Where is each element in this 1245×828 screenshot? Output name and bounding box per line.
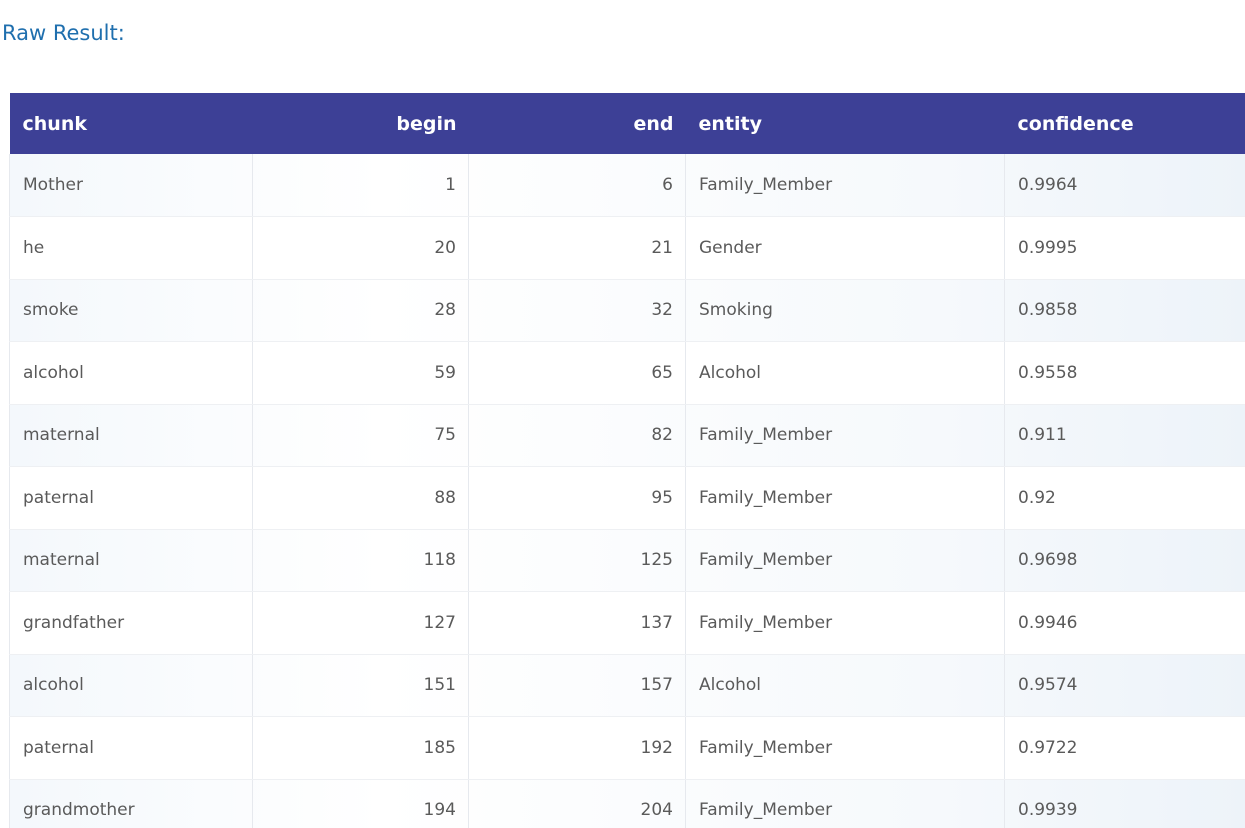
- cell-end: 82: [468, 404, 686, 467]
- cell-confidence: 0.9558: [1004, 341, 1245, 405]
- cell-end: 125: [468, 529, 686, 592]
- cell-entity: Family_Member: [685, 404, 1005, 467]
- cell-entity: Family_Member: [685, 529, 1005, 592]
- cell-begin: 185: [252, 716, 469, 780]
- table-body: Mother 1 6 Family_Member 0.9964 he 20 21 Gender 0…: [9, 154, 1245, 828]
- cell-entity: Family_Member: [685, 591, 1005, 655]
- column-header-chunk[interactable]: chunk: [10, 93, 253, 154]
- table-row: Mother 1 6 Family_Member 0.9964: [9, 154, 1245, 217]
- cell-end: 192: [468, 716, 686, 780]
- cell-confidence: 0.9698: [1004, 529, 1245, 592]
- cell-begin: 20: [252, 216, 469, 280]
- cell-chunk: grandfather: [9, 591, 253, 655]
- table-row: maternal 75 82 Family_Member 0.911: [9, 404, 1245, 467]
- table-header-row: chunk begin end entity confidence: [9, 93, 1245, 154]
- cell-confidence: 0.9574: [1004, 654, 1245, 717]
- cell-begin: 59: [252, 341, 469, 405]
- cell-chunk: smoke: [9, 279, 253, 342]
- cell-begin: 118: [252, 529, 469, 592]
- section-title: Raw Result:: [2, 21, 125, 45]
- cell-chunk: maternal: [9, 404, 253, 467]
- cell-begin: 28: [252, 279, 469, 342]
- cell-chunk: grandmother: [9, 779, 253, 828]
- cell-confidence: 0.9858: [1004, 279, 1245, 342]
- cell-chunk: maternal: [9, 529, 253, 592]
- column-header-entity[interactable]: entity: [686, 93, 1005, 154]
- cell-confidence: 0.9964: [1004, 154, 1245, 217]
- cell-confidence: 0.9722: [1004, 716, 1245, 780]
- table-row: grandfather 127 137 Family_Member 0.9946: [9, 591, 1245, 655]
- cell-confidence: 0.9946: [1004, 591, 1245, 655]
- cell-confidence: 0.9995: [1004, 216, 1245, 280]
- cell-begin: 88: [252, 466, 469, 530]
- table-row: paternal 88 95 Family_Member 0.92: [9, 466, 1245, 530]
- cell-confidence: 0.92: [1004, 466, 1245, 530]
- cell-entity: Alcohol: [685, 341, 1005, 405]
- table-row: alcohol 151 157 Alcohol 0.9574: [9, 654, 1245, 717]
- cell-begin: 127: [252, 591, 469, 655]
- cell-confidence: 0.9939: [1004, 779, 1245, 828]
- cell-confidence: 0.911: [1004, 404, 1245, 467]
- cell-chunk: Mother: [9, 154, 253, 217]
- cell-entity: Family_Member: [685, 716, 1005, 780]
- cell-entity: Gender: [685, 216, 1005, 280]
- cell-end: 21: [468, 216, 686, 280]
- cell-chunk: he: [9, 216, 253, 280]
- cell-entity: Family_Member: [685, 154, 1005, 217]
- results-table: chunk begin end entity confidence Mother…: [9, 93, 1245, 828]
- cell-begin: 194: [252, 779, 469, 828]
- cell-chunk: paternal: [9, 716, 253, 780]
- table-row: smoke 28 32 Smoking 0.9858: [9, 279, 1245, 342]
- table-row: he 20 21 Gender 0.9995: [9, 216, 1245, 280]
- cell-end: 137: [468, 591, 686, 655]
- cell-begin: 151: [252, 654, 469, 717]
- cell-entity: Alcohol: [685, 654, 1005, 717]
- cell-chunk: paternal: [9, 466, 253, 530]
- cell-chunk: alcohol: [9, 654, 253, 717]
- cell-begin: 1: [252, 154, 469, 217]
- table-row: maternal 118 125 Family_Member 0.9698: [9, 529, 1245, 592]
- cell-begin: 75: [252, 404, 469, 467]
- cell-end: 204: [468, 779, 686, 828]
- cell-entity: Family_Member: [685, 466, 1005, 530]
- table-row: grandmother 194 204 Family_Member 0.9939: [9, 779, 1245, 828]
- cell-end: 95: [468, 466, 686, 530]
- table-row: paternal 185 192 Family_Member 0.9722: [9, 716, 1245, 780]
- cell-end: 157: [468, 654, 686, 717]
- results-table-container[interactable]: chunk begin end entity confidence Mother…: [9, 93, 1245, 828]
- cell-end: 65: [468, 341, 686, 405]
- column-header-confidence[interactable]: confidence: [1005, 93, 1245, 154]
- table-row: alcohol 59 65 Alcohol 0.9558: [9, 341, 1245, 405]
- cell-end: 32: [468, 279, 686, 342]
- cell-entity: Family_Member: [685, 779, 1005, 828]
- cell-end: 6: [468, 154, 686, 217]
- cell-chunk: alcohol: [9, 341, 253, 405]
- cell-entity: Smoking: [685, 279, 1005, 342]
- column-header-begin[interactable]: begin: [253, 93, 469, 154]
- column-header-end[interactable]: end: [469, 93, 686, 154]
